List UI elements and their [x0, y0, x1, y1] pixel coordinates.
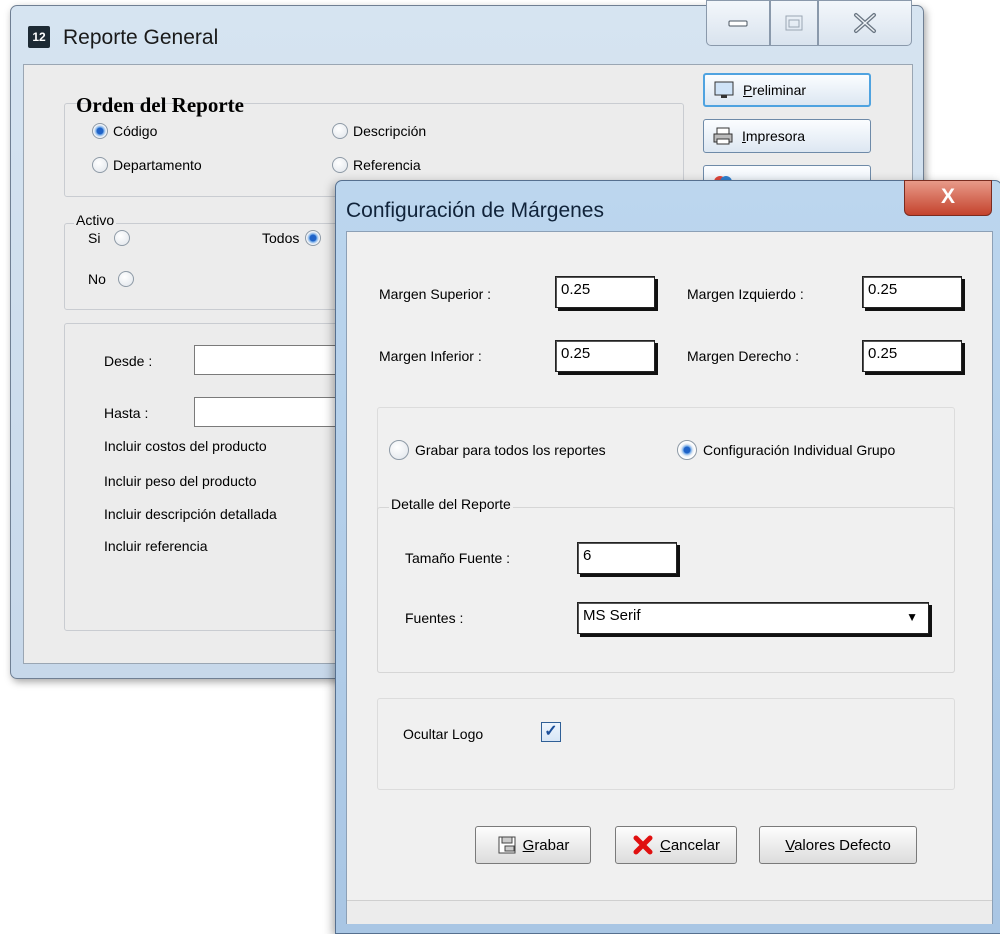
- cancel-x-icon: [633, 835, 653, 855]
- margen-inferior-label: Margen Inferior :: [379, 348, 482, 364]
- activo-heading: Activo: [74, 212, 117, 228]
- grabar-label: Grabar: [522, 836, 570, 854]
- radio-indicator: [92, 123, 108, 139]
- radio-label: Referencia: [353, 157, 421, 173]
- radio-codigo[interactable]: Código: [92, 123, 157, 139]
- radio-departamento[interactable]: Departamento: [92, 157, 202, 173]
- monitor-icon: [714, 81, 734, 98]
- cancelar-label: Cancelar: [659, 836, 721, 854]
- check-costos[interactable]: Incluir costos del producto: [104, 438, 267, 454]
- tamano-fuente-input[interactable]: 6: [577, 542, 677, 574]
- margen-derecho-input[interactable]: 0.25: [862, 340, 962, 372]
- radio-label: Grabar para todos los reportes: [415, 442, 606, 458]
- save-icon: [498, 836, 516, 854]
- margen-derecho-label: Margen Derecho :: [687, 348, 800, 364]
- maximize-button[interactable]: [770, 0, 818, 46]
- margen-izquierdo-label: Margen Izquierdo :: [687, 286, 804, 302]
- maximize-icon: [785, 15, 803, 31]
- preliminar-button[interactable]: Preliminar: [703, 73, 871, 107]
- radio-indicator: [389, 440, 409, 460]
- printer-icon: [713, 127, 733, 145]
- radio-referencia[interactable]: Referencia: [332, 157, 421, 173]
- grabar-button[interactable]: Grabar: [475, 826, 591, 864]
- radio-indicator: [305, 230, 322, 246]
- margen-superior-label: Margen Superior :: [379, 286, 492, 302]
- impresora-button[interactable]: Impresora: [703, 119, 871, 153]
- minimize-icon: [728, 20, 748, 27]
- margen-inferior-input[interactable]: 0.25: [555, 340, 655, 372]
- fuentes-select[interactable]: MS Serif ▼: [577, 602, 929, 634]
- radio-descripcion[interactable]: Descripción: [332, 123, 426, 139]
- radio-indicator: [677, 440, 697, 460]
- close-icon: [854, 13, 876, 33]
- desde-label: Desde :: [104, 353, 153, 369]
- ocultar-logo-label: Ocultar Logo: [403, 726, 484, 742]
- check-descripcion[interactable]: Incluir descripción detallada: [104, 506, 277, 522]
- check-peso[interactable]: Incluir peso del producto: [104, 473, 257, 489]
- radio-indicator: [332, 123, 348, 139]
- minimize-button[interactable]: [706, 0, 770, 46]
- ocultar-logo-checkbox[interactable]: ✓: [541, 722, 561, 742]
- fuentes-label: Fuentes :: [405, 610, 464, 626]
- radio-label: No: [88, 271, 106, 287]
- logo-panel: [377, 698, 955, 790]
- cancelar-button[interactable]: Cancelar: [615, 826, 737, 864]
- dialog-title: Configuración de Márgenes: [346, 199, 604, 222]
- radio-label: Si: [88, 230, 101, 246]
- app-icon: 12: [28, 26, 50, 48]
- radio-todos[interactable]: Todos: [262, 230, 322, 246]
- bg-close-button[interactable]: [818, 0, 912, 46]
- radio-label: Todos: [262, 230, 300, 246]
- fuentes-value: MS Serif: [583, 607, 641, 624]
- check-referencia[interactable]: Incluir referencia: [104, 538, 208, 554]
- orden-heading: Orden del Reporte: [76, 93, 244, 117]
- caption-buttons: [706, 0, 916, 46]
- dialog-close-button[interactable]: X: [904, 180, 992, 216]
- window-title: Reporte General: [63, 26, 219, 49]
- configuracion-margenes-dialog: Configuración de Márgenes X Margen Super…: [335, 180, 1000, 934]
- radio-indicator: [117, 271, 134, 287]
- radio-config-individual[interactable]: Configuración Individual Grupo: [677, 440, 895, 460]
- preliminar-label: Preliminar: [743, 82, 807, 98]
- detalle-heading: Detalle del Reporte: [389, 496, 513, 512]
- valores-defecto-button[interactable]: Valores Defecto: [759, 826, 917, 864]
- status-strip: [347, 900, 992, 924]
- radio-indicator: [332, 157, 348, 173]
- radio-label: Departamento: [113, 157, 202, 173]
- impresora-label: Impresora: [742, 128, 806, 144]
- margen-izquierdo-input[interactable]: 0.25: [862, 276, 962, 308]
- radio-grabar-todos[interactable]: Grabar para todos los reportes: [389, 440, 606, 460]
- radio-indicator: [92, 157, 108, 173]
- radio-label: Código: [113, 123, 158, 139]
- tamano-fuente-label: Tamaño Fuente :: [405, 550, 511, 566]
- radio-indicator: [114, 230, 131, 246]
- radio-label: Descripción: [353, 123, 427, 139]
- chevron-down-icon: ▼: [906, 610, 918, 624]
- checkmark-icon: ✓: [544, 723, 558, 740]
- close-icon: X: [940, 185, 955, 208]
- dialog-client-area: Margen Superior : 0.25 Margen Izquierdo …: [346, 231, 993, 924]
- radio-no[interactable]: No: [88, 271, 134, 287]
- margen-superior-input[interactable]: 0.25: [555, 276, 655, 308]
- radio-label: Configuración Individual Grupo: [703, 442, 896, 458]
- valores-defecto-label: Valores Defecto: [785, 836, 891, 854]
- detalle-group: [377, 507, 955, 673]
- radio-si[interactable]: Si: [88, 230, 131, 246]
- hasta-label: Hasta :: [104, 405, 149, 421]
